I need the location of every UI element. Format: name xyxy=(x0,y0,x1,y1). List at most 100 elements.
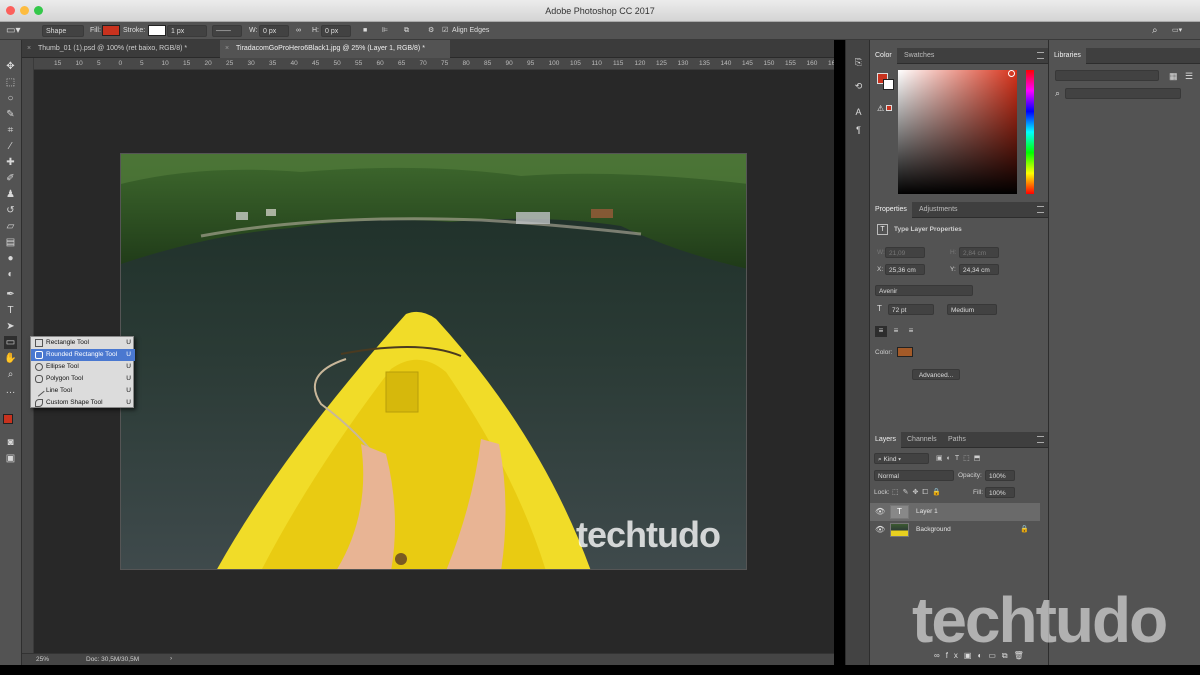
stroke-swatch[interactable] xyxy=(148,25,166,36)
history-panel-icon[interactable]: ⎘ xyxy=(852,56,865,69)
search-icon[interactable]: ⌕ xyxy=(1055,88,1060,99)
quick-select-tool-icon[interactable]: ✎ xyxy=(4,108,17,121)
font-size-field[interactable]: 72 pt xyxy=(888,304,934,315)
screen-mode-icon[interactable]: ▣ xyxy=(4,452,17,465)
panel-menu-icon[interactable] xyxy=(1037,436,1044,443)
close-tab-icon[interactable]: × xyxy=(225,40,229,58)
character-panel-icon[interactable]: A xyxy=(852,106,865,119)
history-brush-tool-icon[interactable]: ↺ xyxy=(4,204,17,217)
layer-filter-select[interactable]: ⌕ Kind ▾ xyxy=(874,453,929,464)
width-field[interactable]: 0 px xyxy=(259,25,289,37)
healing-brush-tool-icon[interactable]: ✚ xyxy=(4,156,17,169)
gradient-tool-icon[interactable]: ▤ xyxy=(4,236,17,249)
blend-mode-select[interactable]: Normal xyxy=(874,470,954,481)
dodge-tool-icon[interactable]: ◐ xyxy=(4,268,17,281)
move-tool-icon[interactable]: ✥ xyxy=(4,60,17,73)
pen-tool-icon[interactable]: ✒ xyxy=(4,288,17,301)
custom-shape-tool-item[interactable]: Custom Shape Tool U xyxy=(31,397,135,409)
tab-color[interactable]: Color xyxy=(870,48,897,64)
eyedropper-tool-icon[interactable]: ⁄ xyxy=(4,140,17,153)
align-left-icon[interactable]: ≡ xyxy=(875,326,887,337)
color-picker-field[interactable] xyxy=(898,70,1017,194)
status-menu-arrow-icon[interactable]: › xyxy=(170,655,172,662)
y-field[interactable]: 24,34 cm xyxy=(959,264,999,275)
align-right-icon[interactable]: ≡ xyxy=(905,326,917,337)
layer-filter-icons[interactable]: ▣◐T⬚⬒ xyxy=(936,454,984,462)
polygon-tool-item[interactable]: Polygon Tool U xyxy=(31,373,135,385)
tab-adjustments[interactable]: Adjustments xyxy=(914,202,963,218)
doc-tab-tirada[interactable]: × TiradacomGoProHero6Black1.jpg @ 25% (L… xyxy=(220,40,450,58)
advanced-button[interactable]: Advanced... xyxy=(912,369,960,380)
tab-channels[interactable]: Channels xyxy=(902,432,942,448)
paragraph-panel-icon[interactable]: ¶ xyxy=(852,124,865,137)
stroke-type-select[interactable]: ─── xyxy=(212,25,242,37)
layer-row-layer-1[interactable]: 👁 T Layer 1 xyxy=(870,503,1040,521)
lock-icons[interactable]: ⬚✎✥⧠🔒 xyxy=(892,488,945,497)
quick-mask-icon[interactable]: ◙ xyxy=(4,436,17,449)
text-color-swatch[interactable] xyxy=(897,347,913,357)
actions-panel-icon[interactable]: ⟲ xyxy=(852,80,865,93)
font-weight-select[interactable]: Medium xyxy=(947,304,997,315)
crop-tool-icon[interactable]: ⌗ xyxy=(4,124,17,137)
type-tool-icon[interactable]: T xyxy=(4,304,17,317)
blur-tool-icon[interactable]: ● xyxy=(4,252,17,265)
hue-slider[interactable] xyxy=(1026,70,1034,194)
tab-properties[interactable]: Properties xyxy=(870,202,912,218)
opacity-field[interactable]: 100% xyxy=(985,470,1015,481)
marquee-tool-icon[interactable]: ⬚ xyxy=(4,76,17,89)
more-tools-icon[interactable]: … xyxy=(4,384,17,397)
eye-icon[interactable]: 👁 xyxy=(875,525,885,534)
tab-swatches[interactable]: Swatches xyxy=(899,48,939,64)
doc-tab-thumb[interactable]: × Thumb_01 (1).psd @ 100% (ret baixo, RG… xyxy=(22,40,219,58)
panel-menu-icon[interactable] xyxy=(1037,52,1044,59)
rectangle-tool-item[interactable]: Rectangle Tool U xyxy=(31,337,135,349)
background-color-chip[interactable] xyxy=(883,79,894,90)
align-center-icon[interactable]: ≡ xyxy=(890,326,902,337)
clone-stamp-tool-icon[interactable]: ♟ xyxy=(4,188,17,201)
color-picker-cursor[interactable] xyxy=(1008,70,1015,77)
width-field[interactable]: 21,09 xyxy=(885,247,925,258)
library-search-input[interactable] xyxy=(1065,88,1181,99)
tool-preset-icon[interactable]: ▭▾ xyxy=(6,25,20,37)
shape-mode-select[interactable]: Shape xyxy=(42,25,84,37)
workspace-icon[interactable]: ▭▾ xyxy=(1172,25,1182,37)
grid-view-icon[interactable]: ▦ xyxy=(1169,71,1178,82)
eraser-tool-icon[interactable]: ▱ xyxy=(4,220,17,233)
rounded-rectangle-tool-item[interactable]: Rounded Rectangle Tool U xyxy=(31,349,135,361)
fill-field[interactable]: 100% xyxy=(985,487,1015,498)
font-family-select[interactable]: Avenir xyxy=(875,285,973,296)
layer-row-background[interactable]: 👁 Background 🔒 xyxy=(870,521,1040,539)
stroke-width-field[interactable]: 1 px xyxy=(167,25,207,37)
tab-layers[interactable]: Layers xyxy=(870,432,902,448)
brush-tool-icon[interactable]: ✐ xyxy=(4,172,17,185)
warning-icon[interactable]: ⚠ xyxy=(877,104,884,113)
height-field[interactable]: 2,84 cm xyxy=(959,247,999,258)
path-operations-icon[interactable]: ■ xyxy=(363,25,367,37)
height-field[interactable]: 0 px xyxy=(321,25,351,37)
fill-swatch[interactable] xyxy=(102,25,120,36)
gamut-color-chip[interactable] xyxy=(886,105,892,111)
line-tool-item[interactable]: Line Tool U xyxy=(31,385,135,397)
tab-libraries[interactable]: Libraries xyxy=(1049,48,1086,64)
x-field[interactable]: 25,36 cm xyxy=(885,264,925,275)
eye-icon[interactable]: 👁 xyxy=(875,507,885,516)
lasso-tool-icon[interactable]: ○ xyxy=(4,92,17,105)
panel-menu-icon[interactable] xyxy=(1037,206,1044,213)
list-view-icon[interactable]: ☰ xyxy=(1185,71,1193,82)
document-image[interactable]: techtudo xyxy=(120,153,747,570)
link-icon[interactable]: ∞ xyxy=(296,25,301,37)
search-icon[interactable]: ⌕ xyxy=(1152,25,1158,37)
path-selection-tool-icon[interactable]: ➤ xyxy=(4,320,17,333)
ellipse-tool-item[interactable]: Ellipse Tool U xyxy=(31,361,135,373)
align-edges-checkbox[interactable]: ☑ xyxy=(442,25,448,37)
zoom-level[interactable]: 25% xyxy=(36,656,49,663)
close-tab-icon[interactable]: × xyxy=(27,40,31,58)
path-arrangement-icon[interactable]: ⧉ xyxy=(404,25,409,37)
zoom-tool-icon[interactable]: ⌕ xyxy=(4,368,17,381)
path-alignment-icon[interactable]: ⊫ xyxy=(382,25,388,37)
gear-icon[interactable]: ⚙ xyxy=(428,25,434,37)
rectangle-tool-icon[interactable]: ▭ xyxy=(4,336,17,349)
library-select[interactable] xyxy=(1055,70,1159,81)
tab-paths[interactable]: Paths xyxy=(943,432,971,448)
hand-tool-icon[interactable]: ✋ xyxy=(4,352,17,365)
